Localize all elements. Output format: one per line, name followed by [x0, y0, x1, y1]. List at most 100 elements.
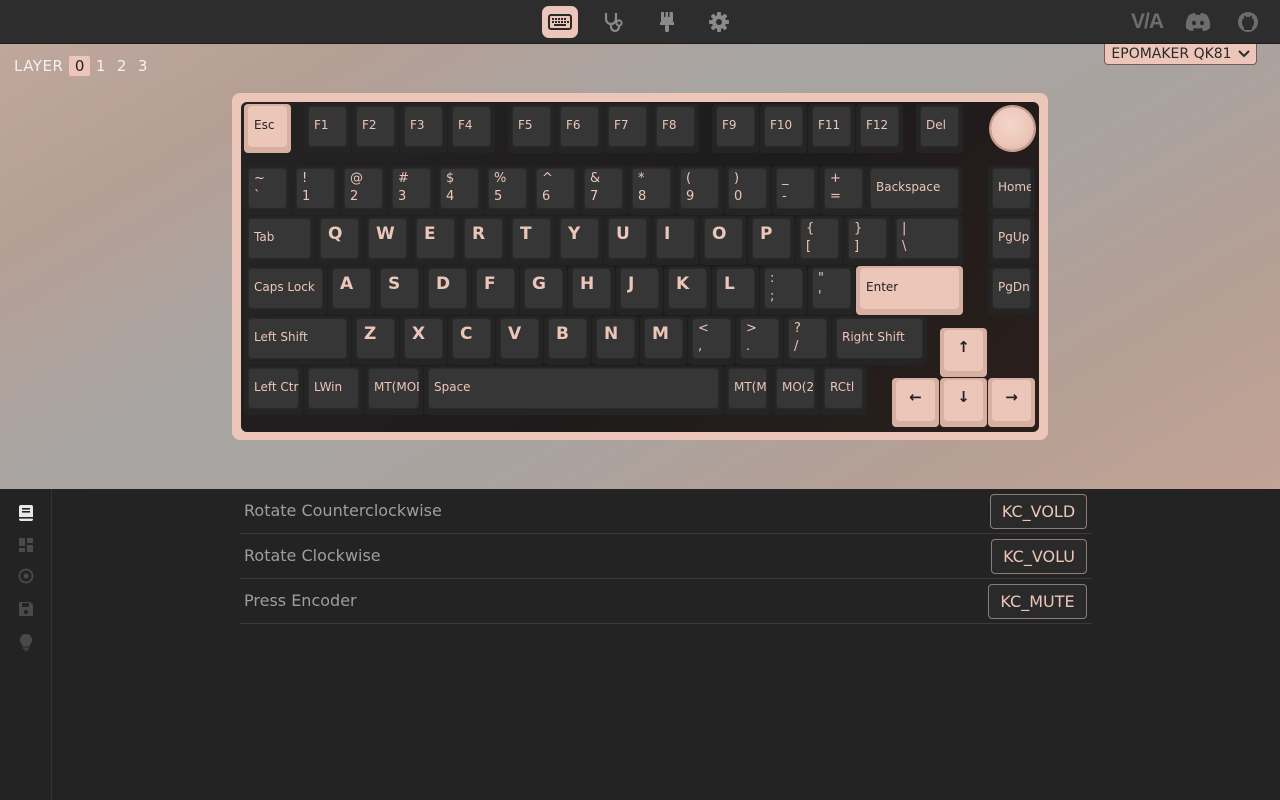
- key-h[interactable]: H: [568, 266, 615, 315]
- key-f12[interactable]: F12: [856, 104, 903, 153]
- key-s[interactable]: S: [376, 266, 423, 315]
- key-u[interactable]: U: [604, 216, 651, 265]
- key-y[interactable]: Y: [556, 216, 603, 265]
- key-mo2[interactable]: MO(2): [772, 366, 819, 415]
- test-tab[interactable]: [595, 6, 631, 38]
- key-f[interactable]: F: [472, 266, 519, 315]
- key-f11[interactable]: F11: [808, 104, 855, 153]
- discord-link[interactable]: [1183, 10, 1213, 34]
- key-f1[interactable]: F1: [304, 104, 351, 153]
- key-lshift[interactable]: Left Shift: [244, 316, 351, 365]
- key-f10[interactable]: F10: [760, 104, 807, 153]
- key-left[interactable]: ←: [892, 378, 939, 427]
- key-n2[interactable]: @2: [340, 166, 387, 215]
- key-lbracket[interactable]: {[: [796, 216, 843, 265]
- key-rctl[interactable]: RCtl: [820, 366, 867, 415]
- key-f4[interactable]: F4: [448, 104, 495, 153]
- key-caps[interactable]: Caps Lock: [244, 266, 327, 315]
- menu-save-load[interactable]: [16, 599, 36, 619]
- key-rbracket[interactable]: }]: [844, 216, 891, 265]
- menu-lighting[interactable]: [16, 632, 36, 652]
- layer-1-button[interactable]: 1: [90, 56, 111, 76]
- key-n9[interactable]: (9: [676, 166, 723, 215]
- settings-tab[interactable]: [701, 6, 737, 38]
- key-n8[interactable]: * 8: [628, 166, 675, 215]
- layer-3-button[interactable]: 3: [132, 56, 153, 76]
- key-equal[interactable]: + =: [820, 166, 867, 215]
- key-f2[interactable]: F2: [352, 104, 399, 153]
- key-f5[interactable]: F5: [508, 104, 555, 153]
- key-enter[interactable]: Enter: [856, 266, 963, 315]
- key-c[interactable]: C: [448, 316, 495, 365]
- key-w[interactable]: W: [364, 216, 411, 265]
- key-mtmod[interactable]: MT(MOD_: [364, 366, 423, 415]
- key-tab[interactable]: Tab: [244, 216, 315, 265]
- key-quote[interactable]: " ': [808, 266, 855, 315]
- key-q[interactable]: Q: [316, 216, 363, 265]
- key-r[interactable]: R: [460, 216, 507, 265]
- key-semicolon[interactable]: :;: [760, 266, 807, 315]
- key-x[interactable]: X: [400, 316, 447, 365]
- rotary-encoder-knob[interactable]: [991, 107, 1034, 150]
- key-i[interactable]: I: [652, 216, 699, 265]
- key-comma[interactable]: <,: [688, 316, 735, 365]
- key-right[interactable]: →: [988, 378, 1035, 427]
- key-n[interactable]: N: [592, 316, 639, 365]
- key-n3[interactable]: #3: [388, 166, 435, 215]
- menu-keymap[interactable]: [16, 503, 36, 523]
- key-f6[interactable]: F6: [556, 104, 603, 153]
- key-z[interactable]: Z: [352, 316, 399, 365]
- key-grave[interactable]: ~ `: [244, 166, 291, 215]
- key-pgup[interactable]: PgUp: [988, 216, 1035, 265]
- rotate-cw-keycode-button[interactable]: KC_VOLU: [991, 539, 1087, 574]
- key-esc[interactable]: Esc: [244, 104, 291, 153]
- key-backslash[interactable]: | \: [892, 216, 963, 265]
- key-up[interactable]: ↑: [940, 328, 987, 377]
- key-n4[interactable]: $4: [436, 166, 483, 215]
- key-f9[interactable]: F9: [712, 104, 759, 153]
- key-f3[interactable]: F3: [400, 104, 447, 153]
- key-g[interactable]: G: [520, 266, 567, 315]
- key-rshift[interactable]: Right Shift: [832, 316, 927, 365]
- key-k[interactable]: K: [664, 266, 711, 315]
- key-o[interactable]: O: [700, 216, 747, 265]
- press-encoder-keycode-button[interactable]: KC_MUTE: [988, 584, 1087, 619]
- key-t[interactable]: T: [508, 216, 555, 265]
- key-e[interactable]: E: [412, 216, 459, 265]
- key-lctrl[interactable]: Left Ctrl: [244, 366, 303, 415]
- key-space[interactable]: Space: [424, 366, 723, 415]
- key-n5[interactable]: % 5: [484, 166, 531, 215]
- key-p[interactable]: P: [748, 216, 795, 265]
- key-n1[interactable]: ! 1: [292, 166, 339, 215]
- key-n7[interactable]: & 7: [580, 166, 627, 215]
- key-v[interactable]: V: [496, 316, 543, 365]
- key-backspace[interactable]: Backspace: [866, 166, 963, 215]
- via-link[interactable]: V/A: [1128, 10, 1166, 34]
- rotate-ccw-keycode-button[interactable]: KC_VOLD: [990, 494, 1087, 529]
- key-f8[interactable]: F8: [652, 104, 699, 153]
- github-link[interactable]: [1236, 10, 1260, 34]
- design-tab[interactable]: [649, 6, 685, 38]
- key-m[interactable]: M: [640, 316, 687, 365]
- key-period[interactable]: >.: [736, 316, 783, 365]
- key-f7[interactable]: F7: [604, 104, 651, 153]
- key-n6[interactable]: ^ 6: [532, 166, 579, 215]
- key-lwin[interactable]: LWin: [304, 366, 363, 415]
- key-n0[interactable]: ) 0: [724, 166, 771, 215]
- key-d[interactable]: D: [424, 266, 471, 315]
- key-slash[interactable]: ? /: [784, 316, 831, 365]
- keyboard-selector-dropdown[interactable]: EPOMAKER QK81: [1104, 44, 1257, 65]
- key-l[interactable]: L: [712, 266, 759, 315]
- layer-0-button[interactable]: 0: [69, 56, 91, 76]
- key-b[interactable]: B: [544, 316, 591, 365]
- key-home[interactable]: Home: [988, 166, 1035, 215]
- configure-tab[interactable]: [542, 6, 578, 38]
- menu-macros[interactable]: [16, 566, 36, 586]
- key-down[interactable]: ↓: [940, 378, 987, 427]
- menu-layouts[interactable]: [16, 535, 36, 555]
- key-mtmc[interactable]: MT(MC: [724, 366, 771, 415]
- key-a[interactable]: A: [328, 266, 375, 315]
- key-pgdn[interactable]: PgDn: [988, 266, 1035, 315]
- layer-2-button[interactable]: 2: [111, 56, 132, 76]
- key-del[interactable]: Del: [916, 104, 963, 153]
